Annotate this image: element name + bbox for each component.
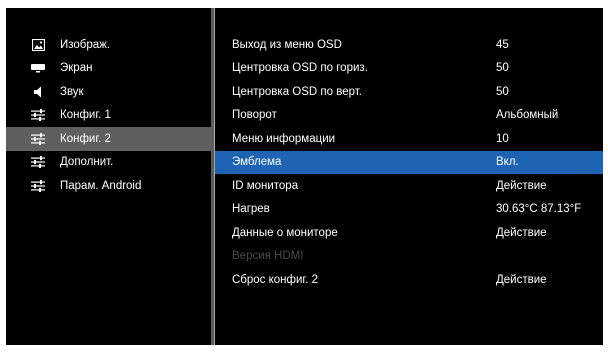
sidebar-item-config2[interactable]: Конфиг. 2: [6, 127, 211, 151]
setting-label: Данные о мониторе: [232, 226, 338, 239]
settings-panel: Выход из меню OSD 45 Центровка OSD по го…: [215, 8, 603, 345]
setting-label: Поворот: [232, 109, 277, 122]
setting-monitor-info[interactable]: Данные о мониторе Действие: [215, 221, 603, 245]
setting-label: Эмблема: [232, 156, 282, 169]
setting-value: Действие: [496, 179, 547, 192]
setting-label: Меню информации: [232, 132, 336, 145]
sidebar-item-label: Парам. Android: [60, 179, 142, 192]
setting-value: 50: [496, 85, 509, 98]
sidebar-item-screen[interactable]: Экран: [6, 57, 211, 81]
setting-value: Альбомный: [496, 109, 559, 122]
setting-info-menu[interactable]: Меню информации 10: [215, 127, 603, 151]
sidebar-item-label: Дополнит.: [60, 156, 114, 169]
setting-value: Вкл.: [496, 156, 519, 169]
sliders-icon: [31, 179, 45, 192]
sidebar-item-advanced[interactable]: Дополнит.: [6, 151, 211, 175]
setting-hdmi-version: Версия HDMI: [215, 245, 603, 269]
setting-rotation[interactable]: Поворот Альбомный: [215, 104, 603, 128]
setting-osd-h-position[interactable]: Центровка OSD по гориз. 50: [215, 57, 603, 81]
speaker-icon: [31, 86, 45, 98]
setting-label: Выход из меню OSD: [232, 38, 342, 51]
setting-label: Нагрев: [232, 203, 270, 216]
setting-label: Сброс конфиг. 2: [232, 273, 318, 286]
sidebar-item-label: Экран: [60, 62, 93, 75]
setting-reset-config2[interactable]: Сброс конфиг. 2 Действие: [215, 268, 603, 292]
setting-value: 50: [496, 62, 509, 75]
setting-label: Центровка OSD по верт.: [232, 85, 362, 98]
sliders-icon: [31, 132, 45, 145]
picture-icon: [31, 38, 45, 51]
sidebar-item-label: Конфиг. 1: [60, 109, 111, 122]
osd-sidebar: Изображ. Экран Звук Конфиг. 1 Конфиг. 2: [6, 8, 211, 345]
sidebar-item-label: Конфиг. 2: [60, 132, 111, 145]
setting-value: 45: [496, 38, 509, 51]
sidebar-item-sound[interactable]: Звук: [6, 80, 211, 104]
screen-icon: [31, 62, 45, 74]
setting-label: ID монитора: [232, 179, 299, 192]
setting-logo[interactable]: Эмблема Вкл.: [215, 150, 603, 174]
setting-label: Версия HDMI: [232, 250, 304, 263]
setting-label: Центровка OSD по гориз.: [232, 62, 368, 75]
setting-value: Действие: [496, 226, 547, 239]
setting-heat-status[interactable]: Нагрев 30.63°C 87.13°F: [215, 198, 603, 222]
setting-value: 10: [496, 132, 509, 145]
sidebar-item-label: Изображ.: [60, 38, 111, 51]
setting-osd-timeout[interactable]: Выход из меню OSD 45: [215, 33, 603, 57]
sidebar-item-config1[interactable]: Конфиг. 1: [6, 104, 211, 128]
sliders-icon: [31, 109, 45, 122]
sidebar-item-picture[interactable]: Изображ.: [6, 33, 211, 57]
sliders-icon: [31, 156, 45, 169]
sidebar-item-label: Звук: [60, 85, 84, 98]
setting-value: Действие: [496, 273, 547, 286]
setting-osd-v-position[interactable]: Центровка OSD по верт. 50: [215, 80, 603, 104]
sidebar-item-android[interactable]: Парам. Android: [6, 174, 211, 198]
setting-monitor-id[interactable]: ID монитора Действие: [215, 174, 603, 198]
setting-value: 30.63°C 87.13°F: [496, 203, 582, 216]
